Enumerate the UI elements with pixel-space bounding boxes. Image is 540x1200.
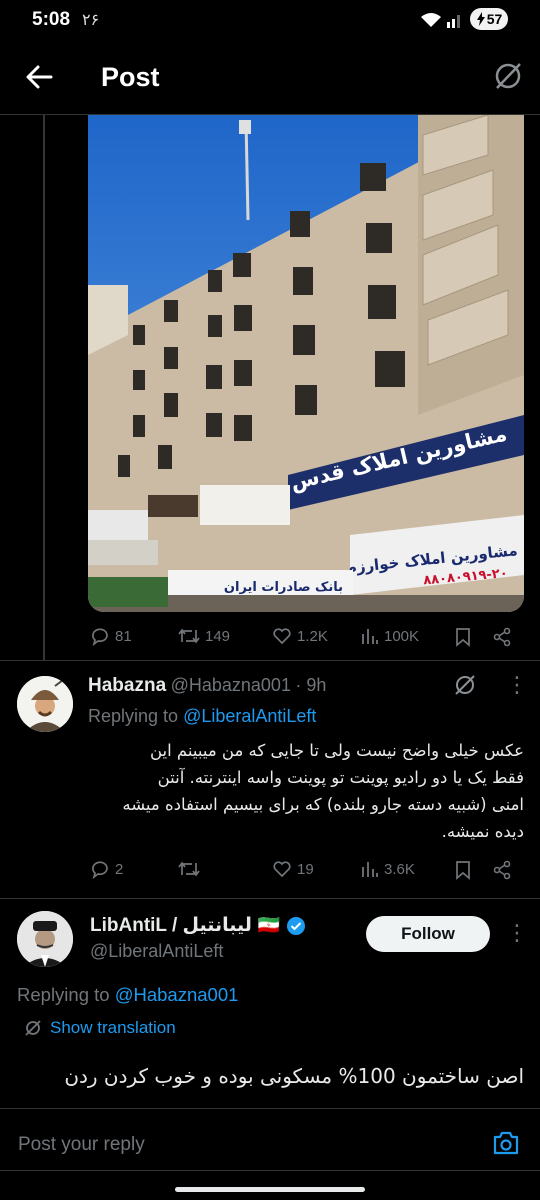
display-name[interactable]: LibAntiL / لیبانتیل xyxy=(90,914,252,937)
back-arrow-icon[interactable] xyxy=(24,62,54,92)
repost-count: 149 xyxy=(205,627,231,645)
like-button[interactable]: 19 xyxy=(272,859,314,879)
charging-icon xyxy=(476,12,485,26)
signal-icon xyxy=(447,15,460,28)
user-handle[interactable]: @Habazna001 xyxy=(171,675,291,695)
replying-to: Replying to @Habazna001 xyxy=(17,984,238,1006)
thread-line xyxy=(43,115,45,660)
top-bar: Post xyxy=(0,42,540,114)
building-photo: مشاورین املاک قدس مشاورین املاک خوارزم ۸… xyxy=(88,115,524,612)
text-line: امنی (شبیه دسته جارو بلنده) که برای بیسی… xyxy=(122,795,524,814)
divider xyxy=(0,898,540,899)
divider xyxy=(0,1108,540,1109)
page-title: Post xyxy=(101,62,160,92)
home-indicator[interactable] xyxy=(175,1187,365,1192)
bank-sign-text: بانک صادرات ایران xyxy=(224,580,343,595)
reply-icon xyxy=(92,861,108,879)
camera-icon[interactable] xyxy=(492,1130,520,1156)
heart-icon xyxy=(273,628,291,645)
divider xyxy=(0,660,540,661)
reply-composer: Post your reply xyxy=(0,1110,540,1182)
repost-button[interactable] xyxy=(178,859,200,879)
show-translation-label: Show translation xyxy=(50,1018,176,1037)
heart-icon xyxy=(273,861,291,878)
verified-badge-icon xyxy=(287,916,306,935)
battery-level: 57 xyxy=(486,11,503,27)
post-text: اصن ساختمون 100% مسکونی بوده و خوب کردن … xyxy=(64,1064,524,1088)
views-icon xyxy=(362,862,378,877)
views-button[interactable]: 3.6K xyxy=(361,859,415,879)
bookmark-icon[interactable] xyxy=(454,627,472,647)
views-count: 100K xyxy=(384,627,420,645)
follow-button[interactable]: Follow xyxy=(366,916,490,952)
share-icon[interactable] xyxy=(492,860,512,880)
show-translation-button[interactable]: Show translation xyxy=(24,1018,176,1038)
display-name[interactable]: Habazna xyxy=(88,675,166,696)
replying-to-label: Replying to xyxy=(17,984,110,1005)
share-icon[interactable] xyxy=(492,627,512,647)
status-time: 5:08 xyxy=(32,9,71,30)
iran-flag-icon: 🇮🇷 xyxy=(257,915,281,935)
user-handle[interactable]: @LiberalAntiLeft xyxy=(90,941,223,962)
user-avatar-image xyxy=(17,676,73,732)
bookmark-icon[interactable] xyxy=(454,860,472,880)
reply-count: 2 xyxy=(115,860,124,878)
translate-icon xyxy=(25,1020,41,1036)
text-line: دیده نمیشه. xyxy=(441,822,524,841)
replying-to: Replying to @LiberalAntiLeft xyxy=(88,706,316,727)
divider xyxy=(0,1170,540,1171)
avatar[interactable] xyxy=(17,911,73,967)
reply-input[interactable]: Post your reply xyxy=(18,1134,145,1156)
like-count: 1.2K xyxy=(297,627,328,645)
more-options-icon[interactable]: ⋮ xyxy=(506,922,528,944)
replying-to-link[interactable]: @LiberalAntiLeft xyxy=(183,706,316,726)
repost-icon xyxy=(178,628,200,644)
user-avatar-image xyxy=(17,911,73,967)
text-line: عکس خیلی واضح نیست ولی تا جایی که من میب… xyxy=(149,741,524,760)
replying-to-label: Replying to xyxy=(88,706,179,726)
reply-button[interactable]: 81 xyxy=(90,626,132,646)
more-options-icon[interactable]: ⋮ xyxy=(506,674,528,696)
replying-to-link[interactable]: @Habazna001 xyxy=(115,984,239,1005)
text-line: فقط یک یا دو رادیو پوینت تو پوینت واسه ا… xyxy=(157,768,524,787)
avatar[interactable] xyxy=(17,676,73,732)
translate-icon[interactable] xyxy=(492,60,524,92)
like-button[interactable]: 1.2K xyxy=(272,626,328,646)
reply-header: Habazna @Habazna001 · 9h xyxy=(88,675,326,697)
battery-indicator: 57 xyxy=(470,8,508,30)
repost-button[interactable]: 149 xyxy=(178,626,230,646)
author-name-row: LibAntiL / لیبانتیل 🇮🇷 xyxy=(90,914,306,937)
translate-icon[interactable] xyxy=(453,673,477,697)
reply-count: 81 xyxy=(115,627,132,645)
status-date: ۲۶ xyxy=(82,10,100,29)
repost-icon xyxy=(178,861,200,877)
wifi-icon xyxy=(421,13,441,27)
reply-button[interactable]: 2 xyxy=(90,859,123,879)
reply-text: عکس خیلی واضح نیست ولی تا جایی که من میب… xyxy=(88,737,524,845)
views-count: 3.6K xyxy=(384,860,415,878)
like-count: 19 xyxy=(297,860,314,878)
post-image[interactable]: مشاورین املاک قدس مشاورین املاک خوارزم ۸… xyxy=(88,115,524,612)
status-bar: 5:08 ۲۶ 57 xyxy=(0,0,540,42)
views-button[interactable]: 100K xyxy=(361,626,419,646)
reply-icon xyxy=(92,628,108,646)
views-icon xyxy=(362,629,378,644)
post-time: · 9h xyxy=(295,675,327,695)
